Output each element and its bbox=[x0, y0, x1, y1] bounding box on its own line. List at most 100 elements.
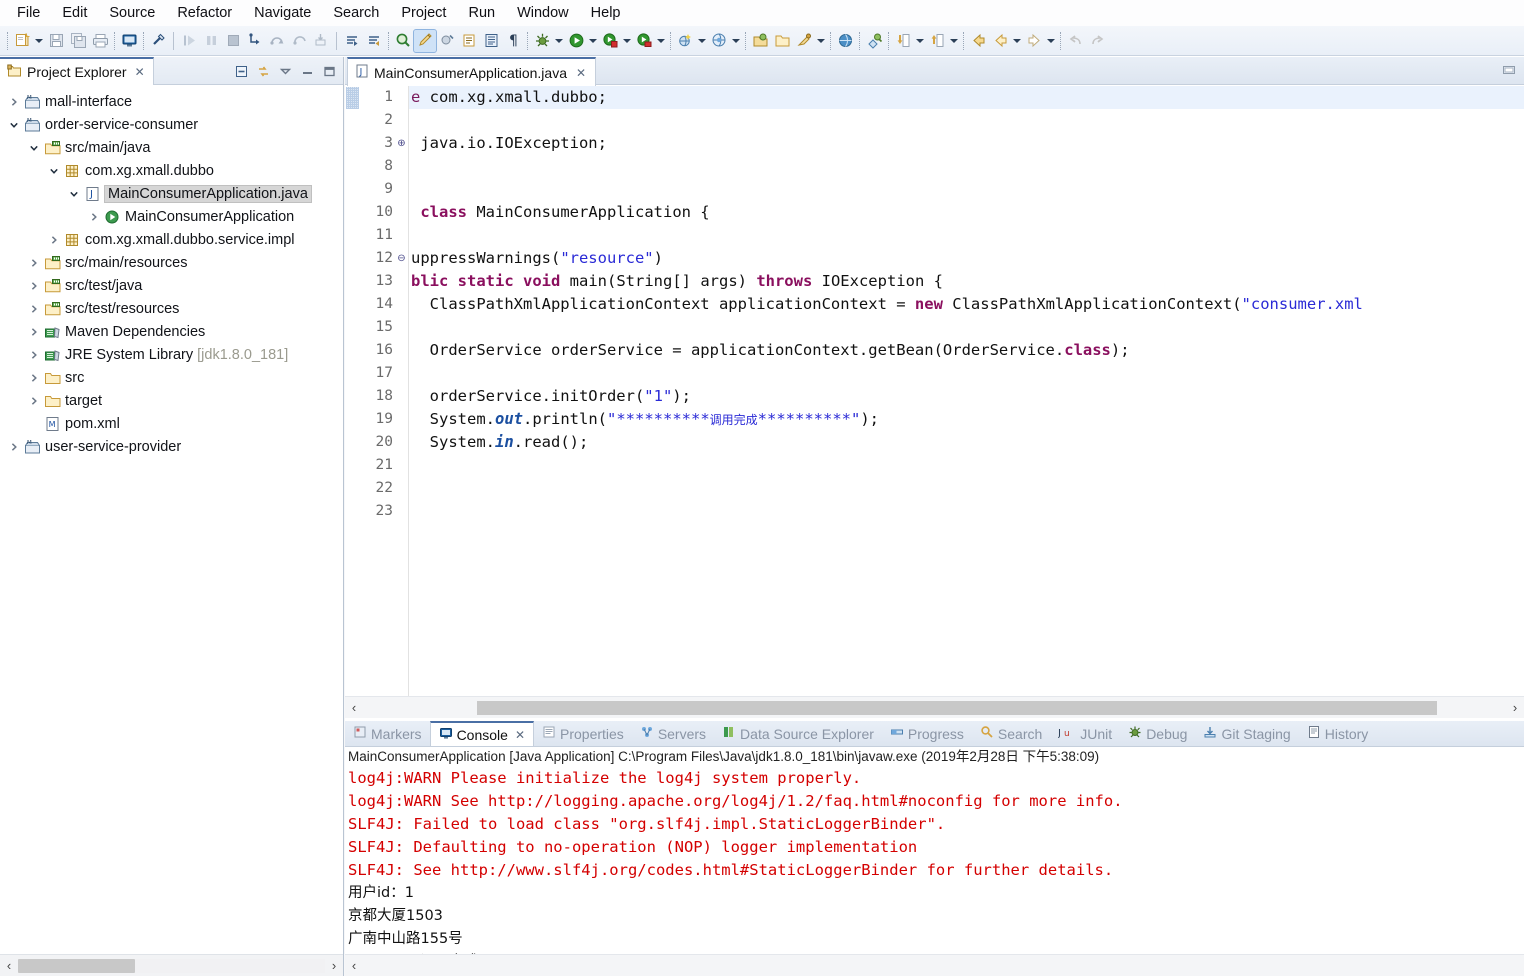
restore-icon[interactable] bbox=[1500, 61, 1518, 79]
tree-item-src[interactable]: src bbox=[0, 366, 343, 389]
tab-progress[interactable]: Progress bbox=[882, 721, 972, 746]
code-line[interactable] bbox=[409, 224, 1524, 247]
tree-item-maven-dependencies[interactable]: Maven Dependencies bbox=[0, 320, 343, 343]
minimize-icon[interactable] bbox=[297, 61, 317, 81]
tab-markers[interactable]: Markers bbox=[345, 721, 430, 746]
forward-icon[interactable] bbox=[1023, 30, 1045, 52]
menu-item-file[interactable]: File bbox=[6, 3, 51, 23]
project-explorer-hscrollbar[interactable]: ‹ › bbox=[0, 954, 343, 976]
step-return-icon[interactable] bbox=[288, 30, 310, 52]
tab-properties[interactable]: Properties bbox=[534, 721, 632, 746]
menu-item-edit[interactable]: Edit bbox=[51, 3, 98, 23]
toggle-console-icon[interactable] bbox=[118, 30, 140, 52]
collapse-all-icon[interactable] bbox=[231, 61, 251, 81]
suspend-icon[interactable] bbox=[200, 30, 222, 52]
java-editor-icon[interactable] bbox=[413, 28, 437, 53]
stop-server-icon[interactable] bbox=[633, 30, 655, 52]
tree-item-src-test-resources[interactable]: src/test/resources bbox=[0, 297, 343, 320]
stop-server-dropdown-arrow[interactable] bbox=[655, 30, 667, 52]
editor-hscrollbar[interactable]: ‹ › bbox=[345, 696, 1524, 718]
chevron-right-icon[interactable] bbox=[26, 396, 42, 406]
chevron-down-icon[interactable] bbox=[46, 166, 62, 176]
maven-build-icon[interactable] bbox=[793, 30, 815, 52]
code-line[interactable] bbox=[409, 500, 1524, 523]
code-line[interactable] bbox=[409, 316, 1524, 339]
show-whitespace-icon[interactable]: ¶ bbox=[502, 30, 524, 52]
back-history-dropdown-arrow[interactable] bbox=[1011, 30, 1023, 52]
code-line[interactable]: class MainConsumerApplication { bbox=[409, 201, 1524, 224]
code-line[interactable] bbox=[409, 178, 1524, 201]
close-icon[interactable]: ✕ bbox=[576, 66, 586, 80]
maximize-icon[interactable] bbox=[319, 61, 339, 81]
tree-item-user-service-provider[interactable]: Muser-service-provider bbox=[0, 435, 343, 458]
open-perspective-icon[interactable] bbox=[749, 30, 771, 52]
tree-item-com-xg-xmall-dubbo-service-impl[interactable]: com.xg.xmall.dubbo.service.impl bbox=[0, 228, 343, 251]
run-as-server-dropdown-arrow[interactable] bbox=[621, 30, 633, 52]
tab-junit[interactable]: Ju JUnit bbox=[1050, 721, 1120, 746]
chevron-right-icon[interactable] bbox=[6, 442, 22, 452]
code-line[interactable]: java.io.IOException; bbox=[409, 132, 1524, 155]
menu-item-window[interactable]: Window bbox=[506, 3, 580, 23]
external-tools-icon[interactable] bbox=[863, 30, 885, 52]
chevron-right-icon[interactable] bbox=[46, 235, 62, 245]
chevron-down-icon[interactable] bbox=[66, 189, 82, 199]
menu-item-help[interactable]: Help bbox=[580, 3, 632, 23]
menu-item-project[interactable]: Project bbox=[390, 3, 457, 23]
back-icon[interactable] bbox=[967, 30, 989, 52]
open-folder-icon[interactable] bbox=[771, 30, 793, 52]
tree-item-com-xg-xmall-dubbo[interactable]: com.xg.xmall.dubbo bbox=[0, 159, 343, 182]
chevron-right-icon[interactable] bbox=[86, 212, 102, 222]
close-icon[interactable]: ✕ bbox=[515, 728, 525, 742]
debug-dropdown-arrow[interactable] bbox=[553, 30, 565, 52]
code-line[interactable] bbox=[409, 362, 1524, 385]
tree-item-target[interactable]: target bbox=[0, 389, 343, 412]
undo-icon[interactable] bbox=[1064, 30, 1086, 52]
new-wizard-icon[interactable] bbox=[11, 30, 33, 52]
chevron-right-icon[interactable] bbox=[26, 281, 42, 291]
run-icon[interactable] bbox=[565, 30, 587, 52]
console-tab-row[interactable]: Markers Console ✕ Properties Servers Data Sou… bbox=[345, 721, 1524, 747]
export-icon[interactable] bbox=[926, 30, 948, 52]
new-dropdown-arrow[interactable] bbox=[33, 30, 45, 52]
step-over-icon[interactable] bbox=[266, 30, 288, 52]
chevron-down-icon[interactable] bbox=[26, 143, 42, 153]
code-line[interactable]: uppressWarnings("resource") bbox=[409, 247, 1524, 270]
new-web-dropdown-arrow[interactable] bbox=[696, 30, 708, 52]
terminate-icon[interactable] bbox=[222, 30, 244, 52]
resume-icon[interactable] bbox=[178, 30, 200, 52]
maven-dropdown-arrow[interactable] bbox=[815, 30, 827, 52]
hscroll-track[interactable] bbox=[18, 958, 325, 973]
chevron-right-icon[interactable] bbox=[26, 373, 42, 383]
tab-search[interactable]: Search bbox=[972, 721, 1050, 746]
tree-item-pom-xml[interactable]: Mpom.xml bbox=[0, 412, 343, 435]
menu-item-search[interactable]: Search bbox=[322, 3, 390, 23]
editor-hscroll-track[interactable] bbox=[363, 700, 1506, 715]
code-line[interactable]: OrderService orderService = applicationC… bbox=[409, 339, 1524, 362]
chevron-right-icon[interactable] bbox=[26, 304, 42, 314]
scroll-right-icon[interactable]: › bbox=[325, 956, 343, 976]
tree-item-src-main-java[interactable]: src/main/java bbox=[0, 136, 343, 159]
forward-dropdown-arrow[interactable] bbox=[1045, 30, 1057, 52]
tab-history[interactable]: History bbox=[1299, 721, 1377, 746]
new-java-class-icon[interactable] bbox=[436, 30, 458, 52]
folding-ruler[interactable]: ⊕ ⊖ bbox=[395, 86, 408, 696]
tree-item-mainconsumerapplication[interactable]: MainConsumerApplication bbox=[0, 205, 343, 228]
debug-icon[interactable] bbox=[531, 30, 553, 52]
run-dropdown-arrow[interactable] bbox=[587, 30, 599, 52]
new-web-project-icon[interactable] bbox=[674, 30, 696, 52]
chevron-right-icon[interactable] bbox=[26, 327, 42, 337]
tree-item-src-test-java[interactable]: src/test/java bbox=[0, 274, 343, 297]
menu-item-source[interactable]: Source bbox=[98, 3, 166, 23]
menu-item-refactor[interactable]: Refactor bbox=[166, 3, 243, 23]
run-as-server-icon[interactable] bbox=[599, 30, 621, 52]
scroll-left-icon[interactable]: ‹ bbox=[345, 956, 363, 976]
tab-data-source-explorer[interactable]: Data Source Explorer bbox=[714, 721, 882, 746]
code-line[interactable]: System.in.read(); bbox=[409, 431, 1524, 454]
code-line[interactable]: blic static void main(String[] args) thr… bbox=[409, 270, 1524, 293]
link-break-icon[interactable] bbox=[147, 30, 169, 52]
tab-debug[interactable]: Debug bbox=[1120, 721, 1195, 746]
hscroll-thumb[interactable] bbox=[18, 958, 135, 973]
code-line[interactable]: orderService.initOrder("1"); bbox=[409, 385, 1524, 408]
tree-item-mall-interface[interactable]: Mmall-interface bbox=[0, 90, 343, 113]
next-annotation-icon[interactable] bbox=[341, 30, 363, 52]
